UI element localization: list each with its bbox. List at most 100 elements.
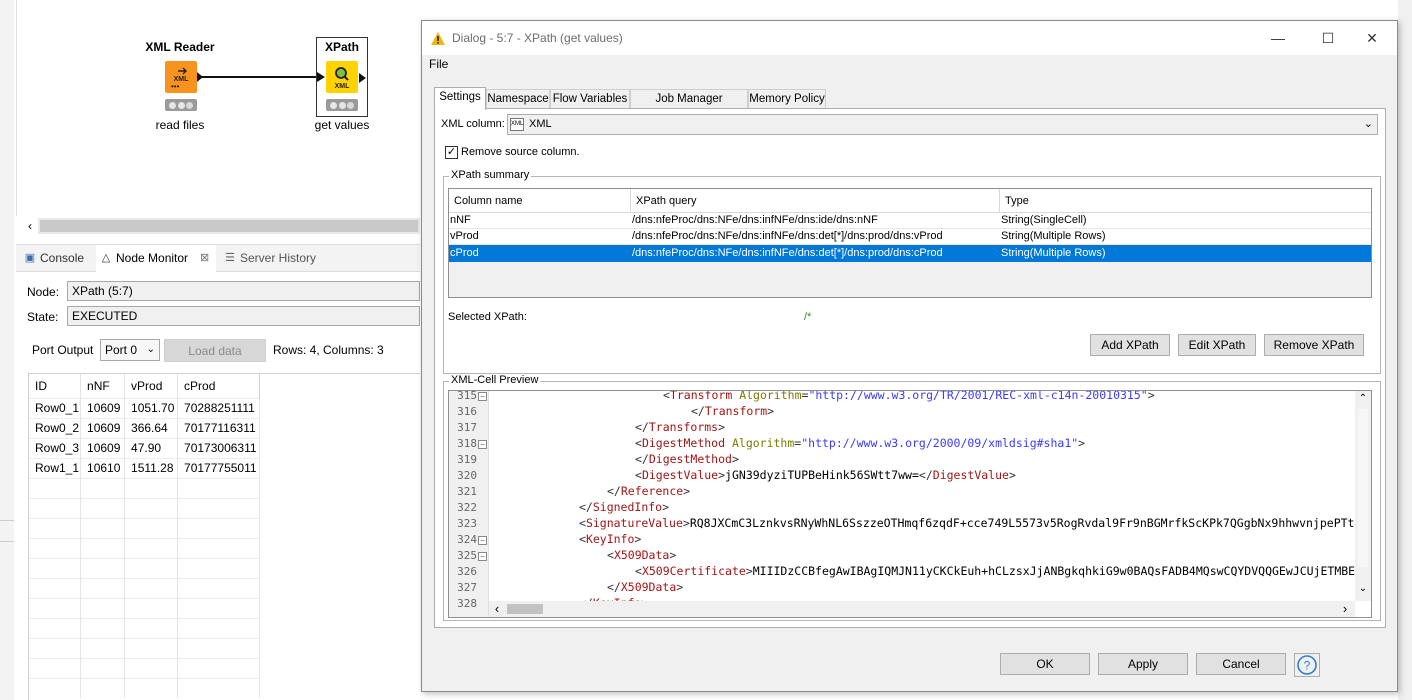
table-row[interactable]: vProd /dns:nfeProc/dns:NFe/dns:infNFe/dn… — [449, 229, 1371, 245]
xpath-output-port[interactable] — [359, 73, 366, 83]
tab-console[interactable]: ▣ Console — [20, 245, 94, 272]
canvas-left-border — [16, 0, 17, 216]
scroll-up-icon[interactable]: ⌃ — [1355, 393, 1371, 405]
column-header[interactable]: Type — [1005, 195, 1029, 207]
column-header[interactable]: ID — [29, 374, 82, 398]
tab-memory-policy[interactable]: Memory Policy — [748, 89, 826, 109]
table-cell: String(Multiple Rows) — [1001, 247, 1106, 259]
cancel-button[interactable]: Cancel — [1196, 653, 1286, 675]
line-number: 320 — [457, 469, 477, 482]
xml-reader-node-label[interactable]: read files — [130, 118, 230, 132]
ok-button[interactable]: OK — [1000, 653, 1090, 675]
empty-row — [29, 537, 261, 558]
xml-reader-node-title: XML Reader — [145, 40, 215, 54]
scroll-track[interactable] — [1358, 409, 1368, 567]
column-header[interactable]: cProd — [177, 374, 261, 398]
svg-text:XML: XML — [335, 83, 351, 90]
code-line: </Reference> — [607, 484, 691, 498]
tab-settings[interactable]: Settings — [434, 87, 486, 110]
scroll-thumb[interactable] — [507, 604, 543, 614]
column-header[interactable]: vProd — [124, 374, 179, 398]
data-table[interactable]: ID nNF vProd cProd Row0_1 10609 1051.70 … — [28, 373, 420, 700]
xpath-node-title: XPath — [324, 40, 359, 54]
port-select[interactable]: Port 0 ⌄ — [100, 339, 160, 361]
xpath-node-label[interactable]: get values — [292, 118, 392, 132]
table-header-row: ID nNF vProd cProd — [29, 374, 261, 398]
empty-row — [29, 637, 261, 658]
table-row[interactable]: Row1_1 10610 1511.28 70177755011 — [29, 457, 261, 478]
code-line: <Transform Algorithm="http://www.w3.org/… — [663, 390, 1155, 402]
table-row[interactable]: Row0_3 10609 47.90 70173006311 — [29, 437, 261, 458]
table-cell: 10609 — [80, 437, 126, 458]
scroll-down-icon[interactable]: ⌄ — [1355, 583, 1371, 595]
scroll-right-icon[interactable]: › — [1339, 602, 1351, 616]
tab-flow-variables[interactable]: Flow Variables — [550, 89, 630, 109]
xpath-table[interactable]: Column name XPath query Type nNF /dns:nf… — [448, 188, 1372, 298]
empty-row — [29, 517, 261, 538]
tab-server-history[interactable]: ☰ Server History — [220, 245, 330, 272]
vertical-scrollbar[interactable]: ⌃ ⌄ — [1355, 391, 1371, 601]
code-line: <KeyInfo> — [579, 532, 642, 546]
fold-toggle-icon[interactable]: − — [478, 392, 487, 401]
apply-button[interactable]: Apply — [1098, 653, 1188, 675]
table-row-selected[interactable]: cProd /dns:nfeProc/dns:NFe/dns:infNFe/dn… — [449, 245, 1371, 262]
canvas-horizontal-scrollbar[interactable]: ‹ — [22, 218, 420, 234]
fold-toggle-icon[interactable]: − — [478, 552, 487, 561]
fold-toggle-icon[interactable]: − — [478, 536, 487, 545]
xml-column-select[interactable]: XML XML ⌄ — [507, 114, 1378, 135]
table-cell: /dns:nfeProc/dns:NFe/dns:infNFe/dns:det[… — [632, 230, 943, 242]
column-header[interactable]: Column name — [454, 195, 522, 207]
code-line: <SignatureValue>RQ8JXCmC3LznkvsRNyWhNL6S… — [579, 516, 1355, 530]
fold-toggle-icon[interactable]: − — [478, 440, 487, 449]
maximize-icon[interactable]: ☐ — [1308, 27, 1348, 49]
tab-namespace[interactable]: Namespace — [486, 89, 550, 109]
help-button[interactable]: ? — [1294, 653, 1320, 677]
line-number: 326 — [457, 565, 477, 578]
left-gutter-handle[interactable] — [0, 520, 14, 542]
line-number: 327 — [457, 581, 477, 594]
table-cell: Row0_1 — [29, 397, 82, 418]
table-cell: String(Multiple Rows) — [1001, 230, 1106, 242]
selected-xpath-value: /* — [804, 311, 812, 323]
tab-node-monitor[interactable]: △ Node Monitor ⊠ — [96, 245, 216, 272]
remove-source-checkbox[interactable]: ✓ — [445, 146, 458, 159]
workflow-canvas[interactable]: XML Reader XML ••• read files XPath XML … — [0, 0, 420, 216]
scroll-left-arrow-icon[interactable]: ‹ — [22, 218, 38, 234]
add-xpath-button[interactable]: Add XPath — [1090, 334, 1170, 356]
menu-file[interactable]: File — [429, 57, 448, 71]
state-field: EXECUTED — [67, 306, 420, 326]
table-cell: 10610 — [80, 457, 126, 478]
xml-code-area[interactable]: 315− <Transform Algorithm="http://www.w3.… — [449, 390, 1357, 610]
scroll-left-icon[interactable]: ‹ — [491, 602, 503, 616]
minimize-icon[interactable]: — — [1258, 27, 1298, 49]
close-tab-icon[interactable]: ⊠ — [200, 245, 209, 271]
empty-row — [29, 577, 261, 598]
table-cell: Row0_2 — [29, 417, 82, 438]
xml-preview-group: XML-Cell Preview 315− <Transform Algorith… — [443, 374, 1381, 621]
xml-reader-icon[interactable]: XML ••• — [165, 61, 197, 93]
tab-job-manager-selection[interactable]: Job Manager Selection — [630, 89, 748, 123]
table-cell: 1511.28 — [124, 457, 179, 478]
load-data-button[interactable]: Load data — [164, 339, 266, 362]
xml-preview-editor[interactable]: 315− <Transform Algorithm="http://www.w3.… — [448, 390, 1372, 618]
console-icon: ▣ — [24, 252, 36, 264]
xpath-icon[interactable]: XML — [326, 61, 358, 93]
table-cell: 47.90 — [124, 437, 179, 458]
table-row[interactable]: Row0_2 10609 366.64 70177116311 — [29, 417, 261, 438]
column-header[interactable]: nNF — [80, 374, 126, 398]
table-row[interactable]: Row0_1 10609 1051.70 70288251111 — [29, 397, 261, 418]
horizontal-scrollbar[interactable]: ‹ › — [489, 601, 1355, 617]
table-cell: 70177116311 — [177, 417, 261, 438]
column-header[interactable]: XPath query — [636, 195, 697, 207]
table-row[interactable]: nNF /dns:nfeProc/dns:NFe/dns:infNFe/dns:… — [449, 213, 1371, 229]
empty-row — [29, 557, 261, 578]
dialog-titlebar[interactable]: Dialog - 5:7 - XPath (get values) — ☐ ✕ — [422, 21, 1397, 55]
edit-xpath-button[interactable]: Edit XPath — [1178, 334, 1256, 356]
dialog-title: Dialog - 5:7 - XPath (get values) — [452, 31, 623, 45]
scroll-thumb[interactable] — [40, 220, 418, 232]
table-cell: /dns:nfeProc/dns:NFe/dns:infNFe/dns:det[… — [632, 247, 943, 259]
empty-row — [29, 497, 261, 518]
close-icon[interactable]: ✕ — [1352, 27, 1392, 49]
remove-xpath-button[interactable]: Remove XPath — [1264, 334, 1364, 356]
line-number: 324 — [457, 533, 477, 546]
